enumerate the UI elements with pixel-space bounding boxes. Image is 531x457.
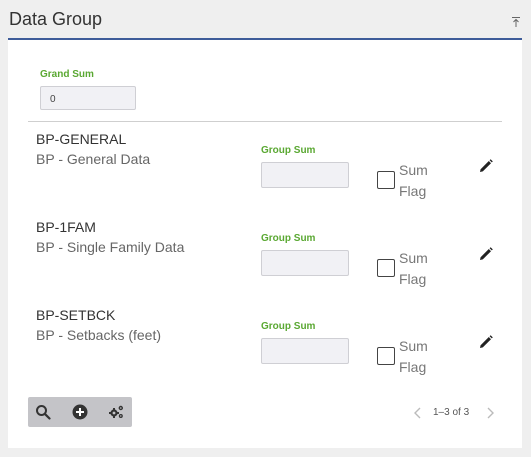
search-icon[interactable] xyxy=(35,404,51,420)
pagination: 1–3 of 3 xyxy=(413,405,503,421)
group-sum-field[interactable] xyxy=(261,162,349,188)
list-item: BP-SETBCK BP - Setbacks (feet) Group Sum… xyxy=(8,307,522,395)
chevron-left-icon[interactable] xyxy=(413,407,423,419)
list-item: BP-GENERAL BP - General Data Group Sum S… xyxy=(8,131,522,219)
settings-gears-icon[interactable] xyxy=(108,404,125,420)
edit-pencil-icon[interactable] xyxy=(479,335,493,349)
group-code: BP-SETBCK xyxy=(36,307,116,323)
action-toolbar xyxy=(28,397,132,427)
group-sum-field[interactable] xyxy=(261,338,349,364)
edit-pencil-icon[interactable] xyxy=(479,159,493,173)
group-description: BP - Single Family Data xyxy=(36,239,185,255)
pagination-range: 1–3 of 3 xyxy=(433,407,470,418)
sum-flag-checkbox[interactable] xyxy=(377,171,395,189)
sum-flag-checkbox[interactable] xyxy=(377,347,395,365)
group-sum-label: Group Sum xyxy=(261,145,316,156)
grand-sum-field[interactable]: 0 xyxy=(40,86,136,110)
data-group-panel: Grand Sum 0 BP-GENERAL BP - General Data… xyxy=(8,40,522,448)
edit-pencil-icon[interactable] xyxy=(479,247,493,261)
chevron-right-icon[interactable] xyxy=(485,407,495,419)
group-sum-field[interactable] xyxy=(261,250,349,276)
group-description: BP - Setbacks (feet) xyxy=(36,327,162,343)
sum-flag-label: Sum Flag xyxy=(399,162,428,199)
data-group-header: Data Group xyxy=(8,0,522,40)
sum-flag-label: Sum Flag xyxy=(399,250,428,287)
collapse-to-top-icon[interactable] xyxy=(511,16,521,28)
grand-sum-label: Grand Sum xyxy=(40,69,94,80)
group-description: BP - General Data xyxy=(36,151,151,167)
group-sum-label: Group Sum xyxy=(261,321,316,332)
sum-flag-label: Sum Flag xyxy=(399,338,428,375)
group-sum-label: Group Sum xyxy=(261,233,316,244)
page-title: Data Group xyxy=(9,9,103,29)
list-item: BP-1FAM BP - Single Family Data Group Su… xyxy=(8,219,522,307)
divider xyxy=(28,121,502,122)
add-circle-icon[interactable] xyxy=(72,404,88,420)
sum-flag-checkbox[interactable] xyxy=(377,259,395,277)
group-code: BP-GENERAL xyxy=(36,131,127,147)
group-code: BP-1FAM xyxy=(36,219,96,235)
